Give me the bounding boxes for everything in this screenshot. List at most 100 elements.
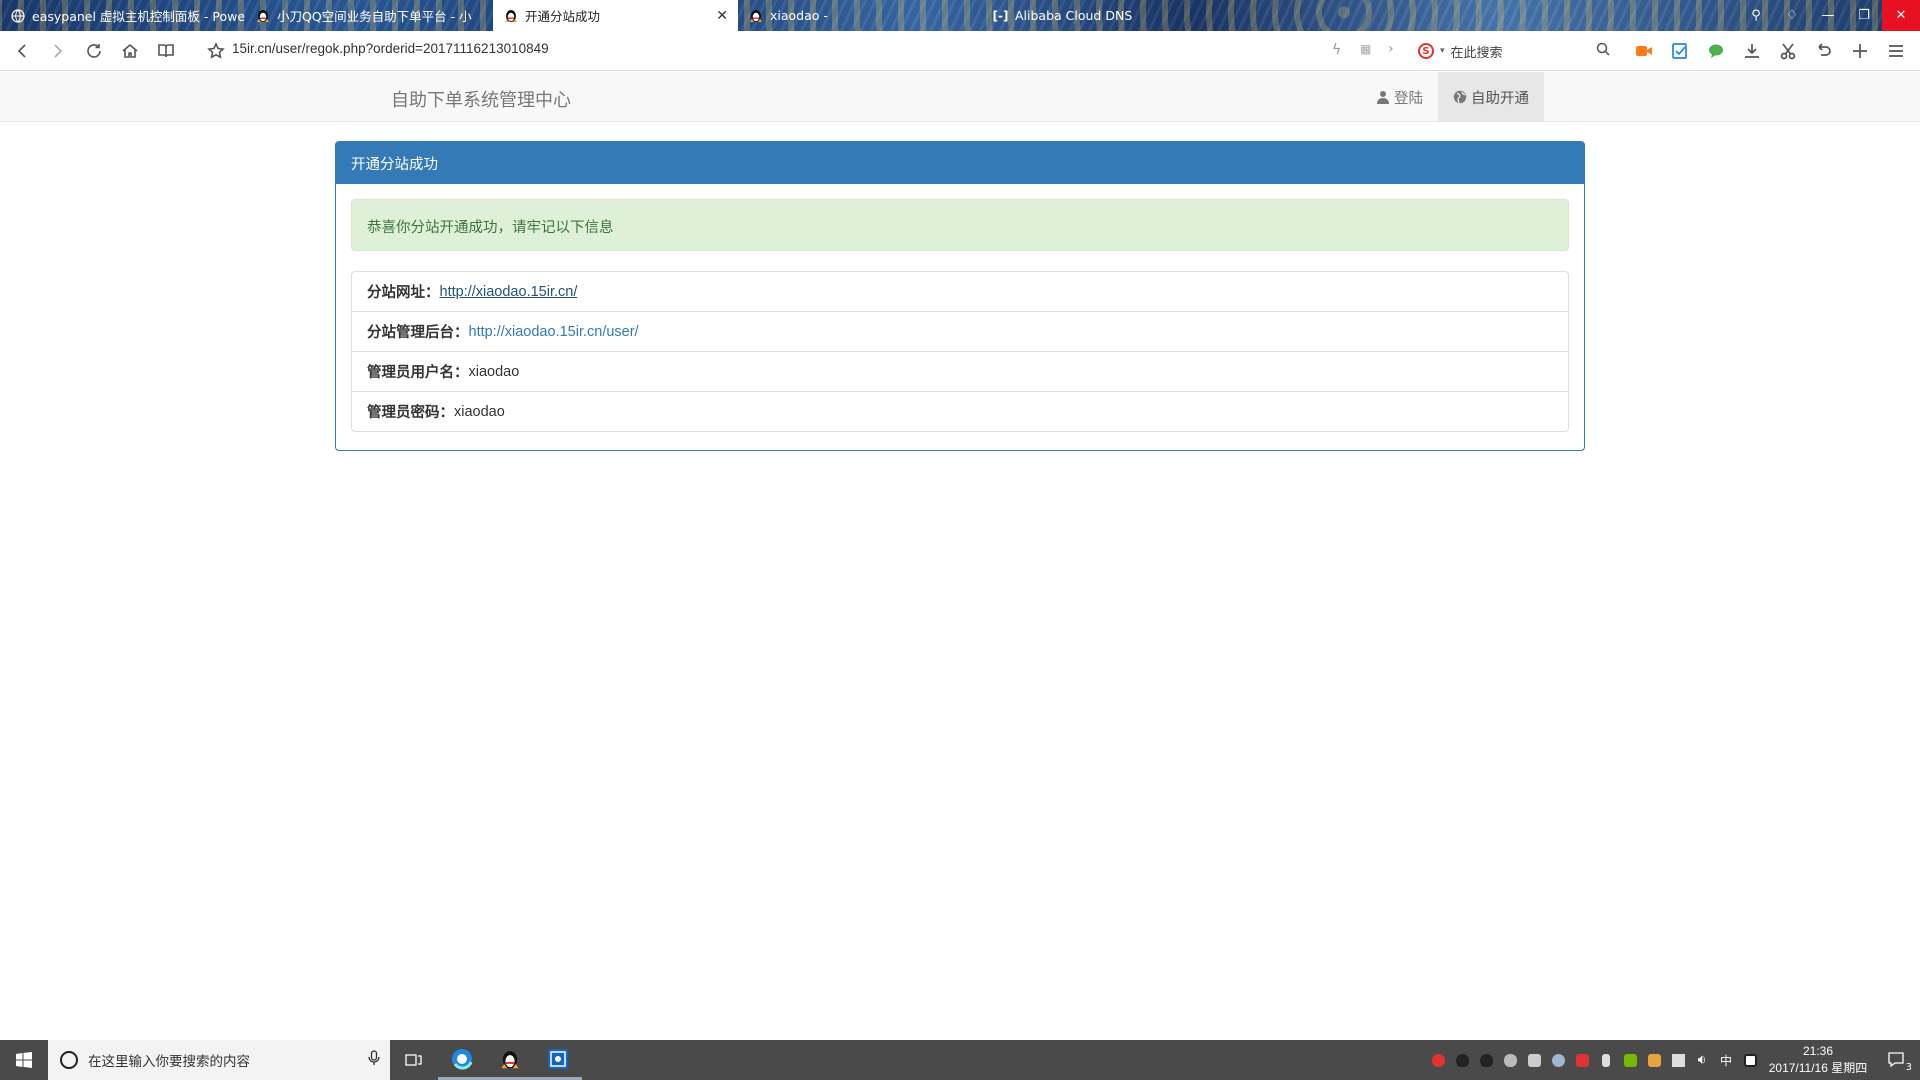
tab-title: 开通分站成功: [525, 9, 601, 24]
chevron-down-icon: ▾: [1440, 46, 1445, 56]
menu-icon[interactable]: [1880, 31, 1912, 71]
search-icon[interactable]: [1596, 42, 1610, 60]
chevron-right-icon[interactable]: ›: [1388, 41, 1394, 57]
globe-icon: [10, 8, 25, 23]
success-alert: 恭喜你分站开通成功，请牢记以下信息: [351, 199, 1569, 251]
search-input[interactable]: 在此搜索: [1451, 42, 1503, 61]
qq-tray-icon-2[interactable]: [1474, 1040, 1498, 1080]
microphone-icon[interactable]: [368, 1050, 380, 1070]
sogou-icon: S: [1418, 43, 1434, 59]
undo-icon[interactable]: [1808, 31, 1840, 71]
browser-tab-strip: easypanel 虚拟主机控制面板 - Powe 小刀QQ空间业务自助下单平台…: [0, 0, 1920, 31]
browser-toolbar: 15ir.cn/user/regok.php?orderid=201711162…: [0, 31, 1920, 71]
browser-app-icon: [452, 1048, 473, 1069]
taskbar-search[interactable]: 在这里输入你要搜索的内容: [48, 1040, 390, 1080]
video-camera-icon[interactable]: [1628, 31, 1660, 71]
qq-penguin-icon: [503, 8, 518, 23]
home-button[interactable]: [112, 33, 148, 69]
user-icon: [1377, 91, 1389, 104]
notification-count: 3: [1905, 1062, 1912, 1073]
taskbar-qq-app[interactable]: [486, 1040, 534, 1080]
reload-button[interactable]: [76, 33, 112, 69]
site-navbar: 自助下单系统管理中心 登陆 自助开通: [0, 72, 1920, 122]
home-icon: [122, 43, 138, 58]
cloud-sync-icon[interactable]: [1498, 1040, 1522, 1080]
tab-title: xiaodao -: [770, 8, 828, 23]
info-list: 分站网址： http://xiaodao.15ir.cn/ 分站管理后台： ht…: [351, 271, 1569, 432]
usb-device-icon[interactable]: [1594, 1040, 1618, 1080]
nav-self-open-link[interactable]: 自助开通: [1438, 72, 1544, 122]
restore-icon[interactable]: ❐: [1846, 0, 1882, 31]
tab-title: easypanel 虚拟主机控制面板 - Powe: [32, 9, 245, 24]
tab-alibaba-cloud-dns[interactable]: [-] Alibaba Cloud DNS: [983, 0, 1228, 31]
network-share-icon[interactable]: [1522, 1040, 1546, 1080]
lightning-icon[interactable]: ϟ: [1332, 42, 1341, 58]
ime-indicator[interactable]: 中: [1714, 1040, 1738, 1080]
taskbar-clock[interactable]: 21:36 2017/11/16 星期四: [1762, 1043, 1874, 1077]
skin-icon[interactable]: ⚲: [1738, 0, 1774, 31]
network-icon[interactable]: [1666, 1040, 1690, 1080]
download-icon[interactable]: [1736, 31, 1768, 71]
substation-url-link[interactable]: http://xiaodao.15ir.cn/: [440, 284, 578, 300]
windows-taskbar: 在这里输入你要搜索的内容 🔉︎ 中 21:36 2017/11/16 星期四 3: [0, 1040, 1920, 1080]
qq-penguin-icon: [748, 8, 763, 23]
bookmark-button[interactable]: [198, 33, 234, 69]
tab-title: 小刀QQ空间业务自助下单平台 - 小: [277, 9, 472, 24]
windows-logo-icon: [16, 1052, 32, 1068]
shirt-icon[interactable]: ♢: [1774, 0, 1810, 31]
volume-muted-icon[interactable]: [1642, 1040, 1666, 1080]
scissors-icon[interactable]: [1772, 31, 1804, 71]
tab-xiaodao-platform[interactable]: 小刀QQ空间业务自助下单平台 - 小: [245, 0, 493, 31]
close-tab-icon[interactable]: ✕: [716, 8, 728, 24]
admin-backend-link[interactable]: http://xiaodao.15ir.cn/user/: [469, 324, 639, 340]
qq-tray-icon[interactable]: [1450, 1040, 1474, 1080]
chevron-right-icon: [54, 43, 63, 58]
nvidia-icon[interactable]: [1618, 1040, 1642, 1080]
forward-button[interactable]: [40, 33, 76, 69]
success-panel: 开通分站成功 恭喜你分站开通成功，请牢记以下信息 分站网址： http://xi…: [335, 141, 1585, 451]
task-view-icon: [405, 1054, 422, 1066]
taskbar-browser-app[interactable]: [438, 1040, 486, 1080]
clock-date: 2017/11/16 星期四: [1768, 1061, 1868, 1075]
admin-password-value: xiaodao: [454, 403, 505, 420]
list-item-admin-username: 管理员用户名： xiaodao: [351, 351, 1569, 392]
wechat-icon[interactable]: [1700, 31, 1732, 71]
steam-icon[interactable]: [1546, 1040, 1570, 1080]
task-view-button[interactable]: [390, 1040, 438, 1080]
back-button[interactable]: [4, 33, 40, 69]
clock-time: 21:36: [1802, 1044, 1834, 1058]
close-window-icon[interactable]: ✕: [1882, 0, 1920, 31]
navbar-right-menu: 登陆 自助开通: [1361, 72, 1544, 122]
taskbar-remote-app[interactable]: [534, 1040, 582, 1080]
reading-mode-button[interactable]: [148, 33, 184, 69]
tab-xiaodao[interactable]: xiaodao -: [738, 0, 983, 31]
minimize-icon[interactable]: —: [1810, 0, 1846, 31]
list-item-admin-password: 管理员密码： xiaodao: [351, 391, 1569, 432]
weibo-icon[interactable]: [1426, 1040, 1450, 1080]
window-controls: ⚲ ♢ — ❐ ✕: [1738, 0, 1920, 31]
qq-penguin-icon: [255, 8, 270, 23]
tab-open-substation-success[interactable]: 开通分站成功 ✕: [493, 0, 738, 31]
tab-easypanel[interactable]: easypanel 虚拟主机控制面板 - Powe: [0, 0, 245, 31]
qq-penguin-icon: [501, 1050, 519, 1068]
apps-grid-icon[interactable]: ▦: [1360, 42, 1371, 56]
speaker-icon[interactable]: 🔉︎: [1690, 1040, 1714, 1080]
input-tool-icon[interactable]: [1738, 1040, 1762, 1080]
start-button[interactable]: [0, 1040, 48, 1080]
cortana-icon: [60, 1051, 78, 1069]
nav-self-open-label: 自助开通: [1471, 90, 1529, 107]
nav-login-link[interactable]: 登陆: [1361, 72, 1438, 122]
refresh-icon: [87, 43, 101, 58]
security-shield-icon[interactable]: [1570, 1040, 1594, 1080]
taskbar-search-input[interactable]: 在这里输入你要搜索的内容: [88, 1050, 250, 1070]
item-label: 分站网址：: [367, 285, 440, 301]
search-box[interactable]: S ▾ 在此搜索: [1418, 37, 1610, 65]
nav-login-label: 登陆: [1394, 90, 1423, 107]
panel-body: 恭喜你分站开通成功，请牢记以下信息 分站网址： http://xiaodao.1…: [336, 184, 1584, 446]
action-center-button[interactable]: 3: [1874, 1040, 1920, 1080]
address-bar[interactable]: 15ir.cn/user/regok.php?orderid=201711162…: [232, 41, 549, 56]
notes-check-icon[interactable]: [1664, 31, 1696, 71]
extension-toolbar: [1628, 31, 1912, 71]
site-brand[interactable]: 自助下单系统管理中心: [391, 86, 571, 112]
plus-icon[interactable]: [1844, 31, 1876, 71]
